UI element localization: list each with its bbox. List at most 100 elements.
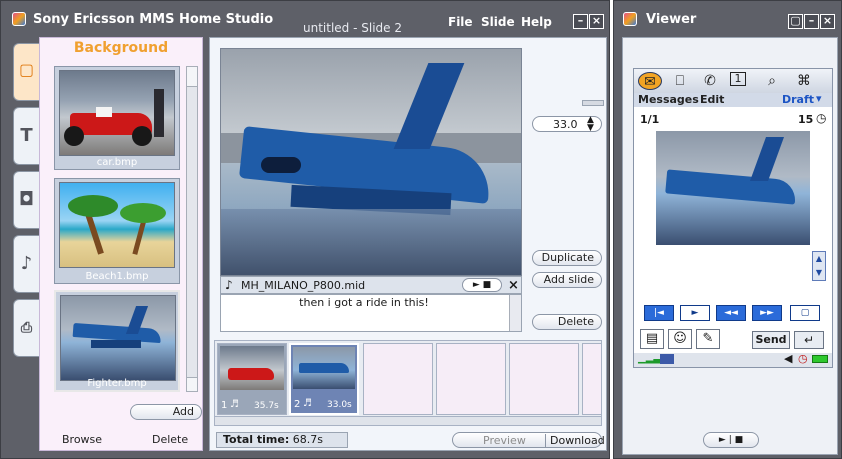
thumbnail-caption: Beach1.bmp — [85, 271, 149, 282]
app-logo-icon — [12, 12, 26, 26]
slide-thumbnail-1[interactable]: 1 ♬ 35.7s — [217, 343, 287, 415]
tab-background[interactable]: ▢ — [13, 43, 39, 101]
edit-menu[interactable]: Edit — [700, 93, 724, 106]
status-bar: ▁▂▃ ◀ ◷ — [634, 352, 832, 367]
viewer-window: Viewer ▢ – × ✉ ⎕ ✆ 1 ⌕ ⌘ Messages Edit D… — [613, 0, 842, 459]
empty-slide-slot[interactable] — [509, 343, 579, 415]
time-left: 15 — [798, 113, 814, 126]
library-scrollbar[interactable] — [186, 66, 198, 392]
slide-number: 2 — [294, 399, 301, 410]
app-title: Sony Ericsson MMS Home Studio — [33, 12, 274, 27]
browse-button[interactable]: Browse — [62, 433, 102, 446]
audio-remove-icon[interactable]: × — [508, 278, 519, 293]
tab-frame[interactable]: ◘ — [13, 171, 39, 229]
delete-slide-button[interactable]: Delete — [532, 314, 602, 330]
phone-icon[interactable]: ✆ — [700, 72, 720, 90]
signal-icon: ▁▂▃ — [638, 353, 662, 364]
total-time-value: 68.7s — [292, 433, 323, 446]
book-icon[interactable]: ⎕ — [670, 72, 690, 90]
thumbnail-caption: Fighter.bmp — [87, 378, 147, 389]
empty-slide-slot[interactable] — [436, 343, 506, 415]
audio-bar: ♪ MH_MILANO_P800.mid ► ■ × — [220, 276, 522, 294]
slide-thumbnail-2[interactable]: 2 ♬ 33.0s — [289, 343, 359, 415]
slide-music-icon: ♬ — [303, 398, 312, 409]
slide-image — [220, 48, 522, 276]
viewer-title: Viewer — [646, 12, 697, 27]
total-time-label: Total time: — [223, 433, 290, 446]
preview-button[interactable]: Preview — [483, 434, 526, 447]
thumbnail-beach[interactable]: Beach1.bmp — [54, 178, 180, 284]
empty-slide-slot[interactable] — [363, 343, 433, 415]
draft-menu[interactable]: Draft — [782, 93, 814, 106]
caption-scrollbar[interactable] — [509, 295, 521, 331]
menu-slide[interactable]: Slide — [481, 15, 515, 29]
viewer-play-stop-button[interactable]: ► | ■ — [703, 432, 759, 448]
download-button[interactable]: Download — [545, 434, 605, 447]
tab-text[interactable]: T — [13, 107, 39, 165]
add-slide-button[interactable]: Add slide — [532, 272, 602, 288]
viewer-close-button[interactable]: × — [820, 14, 835, 29]
alarm-icon: ◷ — [798, 352, 808, 365]
slide-duration: 33.0s — [327, 400, 352, 410]
slide-duration: 35.7s — [254, 401, 279, 411]
skip-back-button[interactable]: |◄ — [644, 305, 674, 321]
minimize-button[interactable]: – — [573, 14, 588, 29]
strip-scrollbar[interactable] — [215, 416, 601, 425]
viewer-minimize-button[interactable]: – — [804, 14, 819, 29]
page-counter: 1/1 — [640, 113, 660, 126]
envelope-icon[interactable]: ✉ — [638, 72, 662, 90]
tab-audio[interactable]: ♪ — [13, 235, 39, 293]
caption-text-area[interactable]: then i got a ride in this! — [220, 294, 522, 332]
viewer-scroll-arrows[interactable]: ▲ ▼ — [812, 251, 826, 281]
editor-panel: ♪ MH_MILANO_P800.mid ► ■ × then i got a … — [209, 37, 607, 451]
back-button[interactable]: ↵ — [794, 331, 824, 349]
background-panel: Background car.bmp Beach1.bmp Fighter.bm… — [39, 37, 203, 451]
menu-file[interactable]: File — [448, 15, 473, 29]
viewer-pin-button[interactable]: ▢ — [788, 14, 803, 29]
tab-voice[interactable]: ⎙ — [13, 299, 39, 357]
audio-file-name: MH_MILANO_P800.mid — [241, 279, 366, 292]
scroll-up-button[interactable] — [187, 67, 197, 87]
messages-menu[interactable]: Messages — [638, 93, 699, 106]
rewind-button[interactable]: ◄◄ — [716, 305, 746, 321]
beach-image — [59, 182, 175, 268]
add-button[interactable]: Add — [130, 404, 202, 420]
contacts-icon[interactable]: ☺ — [668, 329, 692, 349]
music-note-icon: ♪ — [225, 278, 233, 292]
viewer-titlebar: Viewer ▢ – × — [614, 1, 841, 35]
fighter-image — [60, 295, 176, 381]
duplicate-button[interactable]: Duplicate — [532, 250, 602, 266]
keyboard-icon — [660, 354, 674, 364]
calendar-icon[interactable]: 1 — [730, 72, 746, 86]
play-button[interactable]: ► — [680, 305, 710, 321]
viewer-body: ✉ ⎕ ✆ 1 ⌕ ⌘ Messages Edit Draft ▾ 1/1 15… — [622, 37, 838, 455]
duration-spinner[interactable]: 33.0 ▲ ▼ — [532, 116, 602, 133]
scroll-down-button[interactable] — [187, 377, 197, 391]
fast-forward-button[interactable]: ►► — [752, 305, 782, 321]
audio-play-stop-button[interactable]: ► ■ — [462, 278, 502, 292]
draft-chevron-icon: ▾ — [816, 92, 822, 105]
viewer-logo-icon — [623, 12, 637, 26]
spinner-arrows-icon[interactable]: ▲ ▼ — [587, 116, 594, 133]
apps-icon[interactable]: ⌘ — [794, 72, 814, 90]
main-titlebar: Sony Ericsson MMS Home Studio untitled -… — [1, 1, 609, 35]
phone-menu-bar: Messages Edit Draft ▾ — [634, 92, 832, 107]
note-icon[interactable]: ▤ — [640, 329, 664, 349]
menu-help[interactable]: Help — [521, 15, 552, 29]
thumbnail-fighter[interactable]: Fighter.bmp — [54, 290, 180, 392]
slider-handle[interactable] — [582, 100, 604, 106]
slide-music-icon: ♬ — [230, 399, 239, 410]
search-icon[interactable]: ⌕ — [762, 72, 782, 90]
empty-slide-slot[interactable] — [582, 343, 601, 415]
slide-strip: 1 ♬ 35.7s 2 ♬ 33.0s — [214, 340, 602, 426]
thumbnail-caption: car.bmp — [96, 157, 138, 168]
thumbnail-car[interactable]: car.bmp — [54, 66, 180, 170]
preview-download-group: Preview Download — [452, 432, 605, 448]
total-time-box: Total time: 68.7s — [216, 432, 348, 448]
delete-background-button[interactable]: Delete — [152, 433, 188, 446]
viewer-slide-image — [656, 131, 810, 245]
attachment-icon[interactable]: ✎ — [696, 329, 720, 349]
phone-action-button[interactable]: ▢ — [790, 305, 820, 321]
send-button[interactable]: Send — [752, 331, 790, 349]
close-button[interactable]: × — [589, 14, 604, 29]
